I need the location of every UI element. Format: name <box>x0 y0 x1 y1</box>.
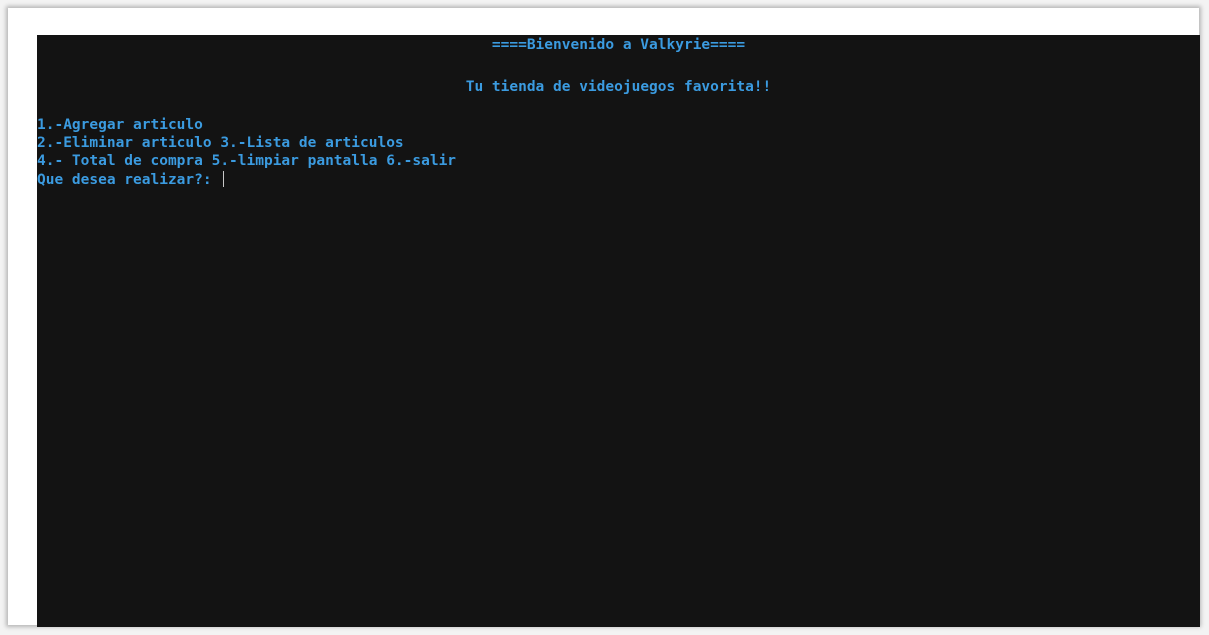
menu-line-1: 1.-Agregar articulo <box>37 117 203 133</box>
text-cursor <box>223 171 225 187</box>
prompt-label: Que desea realizar?: <box>37 172 221 188</box>
store-tagline: Tu tienda de videojuegos favorita!! <box>465 79 772 95</box>
menu-line-2: 2.-Eliminar articulo 3.-Lista de articul… <box>37 135 404 151</box>
input-prompt-line[interactable]: Que desea realizar?: <box>37 171 225 189</box>
screenshot-frame: ====Bienvenido a Valkyrie==== Tu tienda … <box>8 8 1200 627</box>
console-window[interactable]: ====Bienvenido a Valkyrie==== Tu tienda … <box>37 35 1200 627</box>
welcome-banner: ====Bienvenido a Valkyrie==== <box>491 37 746 53</box>
menu-line-3: 4.- Total de compra 5.-limpiar pantalla … <box>37 153 457 169</box>
